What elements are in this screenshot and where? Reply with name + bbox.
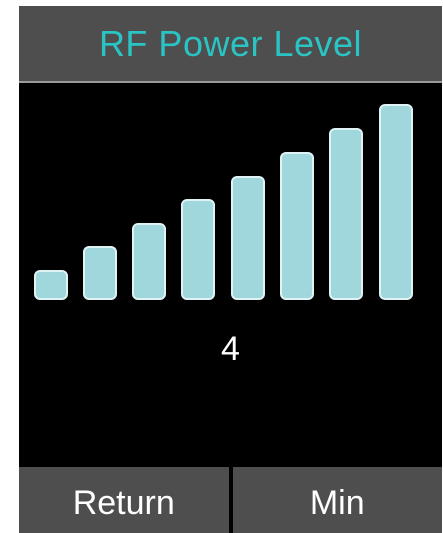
power-level-bar-4 (181, 199, 215, 300)
power-level-bars (19, 6, 442, 533)
power-level-bar-8 (379, 104, 413, 300)
min-button-label: Min (309, 484, 365, 522)
power-level-bar-1 (34, 270, 68, 300)
power-level-bar-5 (231, 176, 265, 300)
softkey-bar: Return Min (19, 467, 442, 533)
min-button[interactable]: Min (232, 467, 442, 533)
power-level-bar-7 (329, 128, 363, 300)
power-level-bar-2 (83, 246, 117, 300)
power-level-bar-6 (280, 152, 314, 300)
return-button-label: Return (72, 484, 175, 522)
rf-power-screen: RF Power Level 4 Return Min (19, 6, 442, 533)
power-level-value: 4 (221, 330, 240, 368)
power-level-bar-3 (132, 223, 166, 300)
return-button[interactable]: Return (19, 467, 229, 533)
